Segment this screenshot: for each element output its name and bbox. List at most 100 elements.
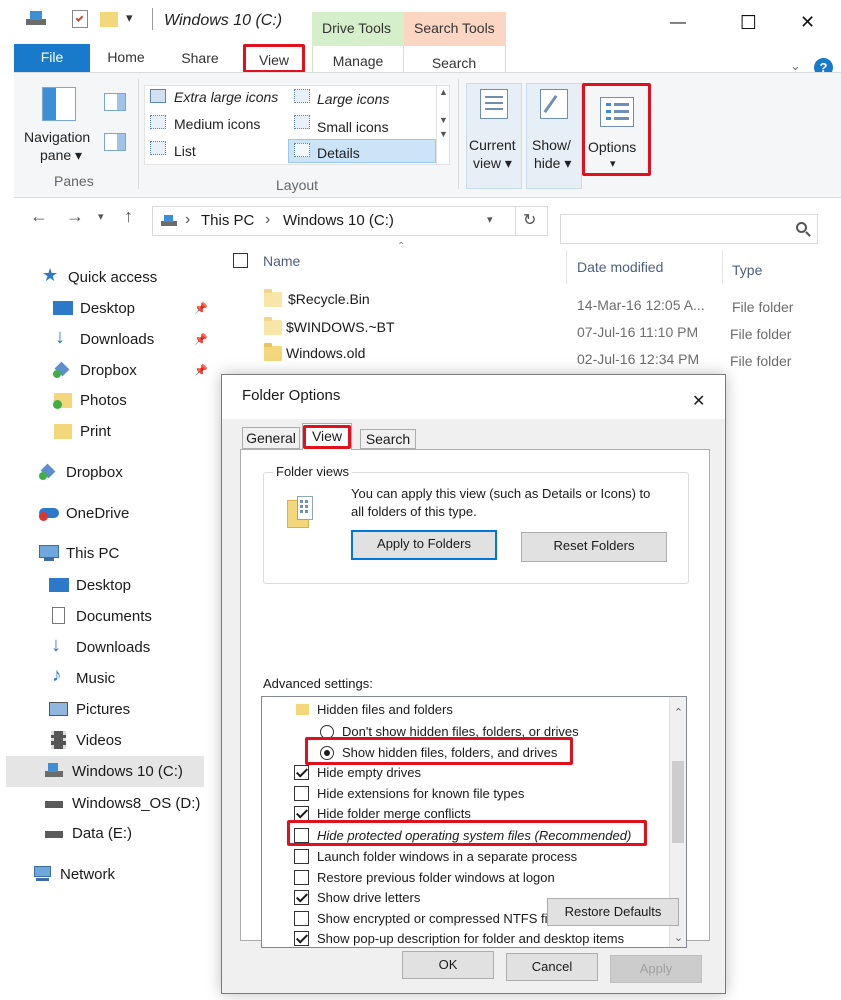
sidebar-item-music[interactable]: ♪ Music (48, 665, 115, 691)
sidebar-item-videos[interactable]: Videos (48, 727, 122, 753)
forward-button[interactable]: → (66, 206, 84, 227)
apply-to-folders-button[interactable]: Apply to Folders (351, 530, 497, 560)
show-hide-label[interactable]: Show/ (532, 137, 571, 153)
search-input[interactable] (560, 214, 818, 244)
radio-show-hidden[interactable]: Show hidden files, folders, and drives (320, 742, 557, 763)
tab-manage[interactable]: Manage (318, 53, 398, 69)
dialog-close-button[interactable]: ✕ (692, 391, 705, 411)
scroll-down-icon[interactable]: ⌄ (670, 930, 686, 947)
checkbox[interactable] (294, 765, 309, 780)
radio-button[interactable] (320, 745, 334, 760)
table-row[interactable]: $Recycle.Bin (288, 291, 370, 307)
checkbox[interactable] (294, 828, 309, 843)
table-row[interactable]: $WINDOWS.~BT (286, 319, 395, 335)
checkbox-hide-empty-drives[interactable]: Hide empty drives (294, 762, 421, 783)
details-pane-icon[interactable] (104, 133, 126, 151)
tab-home[interactable]: Home (96, 49, 156, 65)
layout-large-icons[interactable]: Large icons (317, 91, 389, 107)
breadcrumb-this-pc[interactable]: This PC (201, 212, 254, 229)
current-view-label[interactable]: Current (469, 137, 516, 153)
sidebar-item-quick-access[interactable]: ★ Quick access (40, 264, 157, 290)
checkbox[interactable] (294, 911, 309, 926)
options-icon[interactable] (600, 97, 634, 127)
checkbox[interactable] (294, 786, 309, 801)
tab-general[interactable]: General (242, 427, 300, 449)
sidebar-item-data-e[interactable]: Data (E:) (44, 820, 132, 846)
layout-list[interactable]: List (174, 143, 196, 159)
chevron-down-icon[interactable]: ▾ (98, 210, 104, 223)
checkbox[interactable] (294, 849, 309, 864)
options-dropdown-arrow[interactable]: ▾ (610, 157, 616, 170)
sidebar-item-pc-downloads[interactable]: ↓ Downloads (48, 634, 150, 660)
sidebar-item-network[interactable]: Network (32, 861, 115, 887)
layout-extra-large-icons[interactable]: Extra large icons (174, 89, 278, 105)
sidebar-item-windows8-d[interactable]: Windows8_OS (D:) (44, 790, 200, 816)
reset-folders-button[interactable]: Reset Folders (521, 532, 667, 562)
layout-details[interactable]: Details (317, 145, 360, 161)
tab-view[interactable]: View (244, 52, 304, 68)
close-button[interactable]: ✕ (800, 12, 815, 33)
checkbox[interactable] (294, 890, 309, 905)
checkbox-show-popup-description[interactable]: Show pop-up description for folder and d… (294, 928, 624, 947)
navigation-pane-icon[interactable] (42, 87, 76, 121)
sidebar-item-pc-desktop[interactable]: Desktop (48, 572, 131, 598)
pin-icon[interactable]: 📌 (194, 302, 208, 315)
scroll-thumb[interactable] (672, 761, 684, 843)
navigation-pane-label-2[interactable]: pane ▾ (40, 147, 82, 164)
sidebar-item-print[interactable]: Print (52, 418, 111, 444)
current-view-icon[interactable] (480, 89, 508, 119)
sidebar-item-documents[interactable]: Documents (48, 603, 152, 629)
column-date-modified[interactable]: Date modified (577, 259, 663, 275)
checkbox-hide-merge-conflicts[interactable]: Hide folder merge conflicts (294, 803, 471, 824)
scroll-up-icon[interactable]: ⌃ (670, 705, 686, 722)
checkbox-show-drive-letters[interactable]: Show drive letters (294, 887, 420, 908)
cancel-button[interactable]: Cancel (506, 953, 598, 981)
sidebar-item-dropbox-quick[interactable]: Dropbox (52, 357, 137, 383)
show-hide-label-2[interactable]: hide ▾ (534, 155, 571, 172)
refresh-icon[interactable]: ↻ (523, 210, 536, 230)
new-folder-icon[interactable] (100, 12, 118, 27)
checkbox-launch-separate-process[interactable]: Launch folder windows in a separate proc… (294, 846, 577, 867)
layout-scroll[interactable]: ▲ ▼ ▼ (436, 85, 450, 165)
sidebar-item-desktop[interactable]: Desktop (52, 295, 135, 321)
pin-icon[interactable]: 📌 (194, 364, 208, 377)
tab-share[interactable]: Share (170, 50, 230, 66)
checkbox[interactable] (294, 931, 309, 946)
checkbox[interactable] (294, 870, 309, 885)
table-row[interactable]: Windows.old (286, 345, 365, 361)
current-view-label-2[interactable]: view ▾ (473, 155, 512, 172)
sidebar-item-pictures[interactable]: Pictures (48, 696, 130, 722)
sidebar-item-this-pc[interactable]: This PC (38, 540, 119, 566)
layout-medium-icons[interactable]: Medium icons (174, 116, 260, 132)
navigation-pane-label[interactable]: Navigation (24, 129, 90, 145)
checkbox[interactable] (294, 806, 309, 821)
column-type[interactable]: Type (732, 262, 762, 278)
maximize-button[interactable]: ☐ (740, 12, 757, 35)
pin-icon[interactable]: 📌 (194, 333, 208, 346)
address-bar[interactable]: › This PC › Windows 10 (C:) ▾ ↻ (152, 206, 548, 236)
breadcrumb-drive[interactable]: Windows 10 (C:) (283, 212, 394, 229)
ok-button[interactable]: OK (402, 951, 494, 979)
up-button[interactable]: ↑ (124, 206, 133, 227)
restore-defaults-button[interactable]: Restore Defaults (547, 898, 679, 926)
layout-small-icons[interactable]: Small icons (317, 119, 389, 135)
options-label[interactable]: Options (588, 139, 636, 155)
minimize-button[interactable]: — (670, 14, 686, 32)
sidebar-item-downloads[interactable]: ↓ Downloads (52, 326, 154, 352)
tab-search[interactable]: Search (360, 429, 416, 449)
back-button[interactable]: ← (30, 206, 48, 227)
tab-file[interactable]: File (14, 44, 90, 72)
tab-view[interactable]: View (302, 423, 352, 450)
radio-dont-show-hidden[interactable]: Don't show hidden files, folders, or dri… (320, 721, 579, 742)
sidebar-item-windows10-c[interactable]: Windows 10 (C:) (44, 758, 183, 784)
select-all-checkbox[interactable] (233, 253, 248, 268)
checkbox-restore-previous-windows[interactable]: Restore previous folder windows at logon (294, 867, 555, 888)
radio-button[interactable] (320, 724, 334, 739)
checkbox-hide-extensions[interactable]: Hide extensions for known file types (294, 783, 524, 804)
properties-icon[interactable] (72, 10, 88, 28)
sidebar-item-onedrive[interactable]: OneDrive (38, 500, 129, 526)
customize-toolbar-icon[interactable]: ▾ (126, 10, 133, 26)
address-dropdown-icon[interactable]: ▾ (487, 213, 493, 226)
tab-search[interactable]: Search (414, 55, 494, 71)
column-name[interactable]: Name (263, 253, 300, 269)
